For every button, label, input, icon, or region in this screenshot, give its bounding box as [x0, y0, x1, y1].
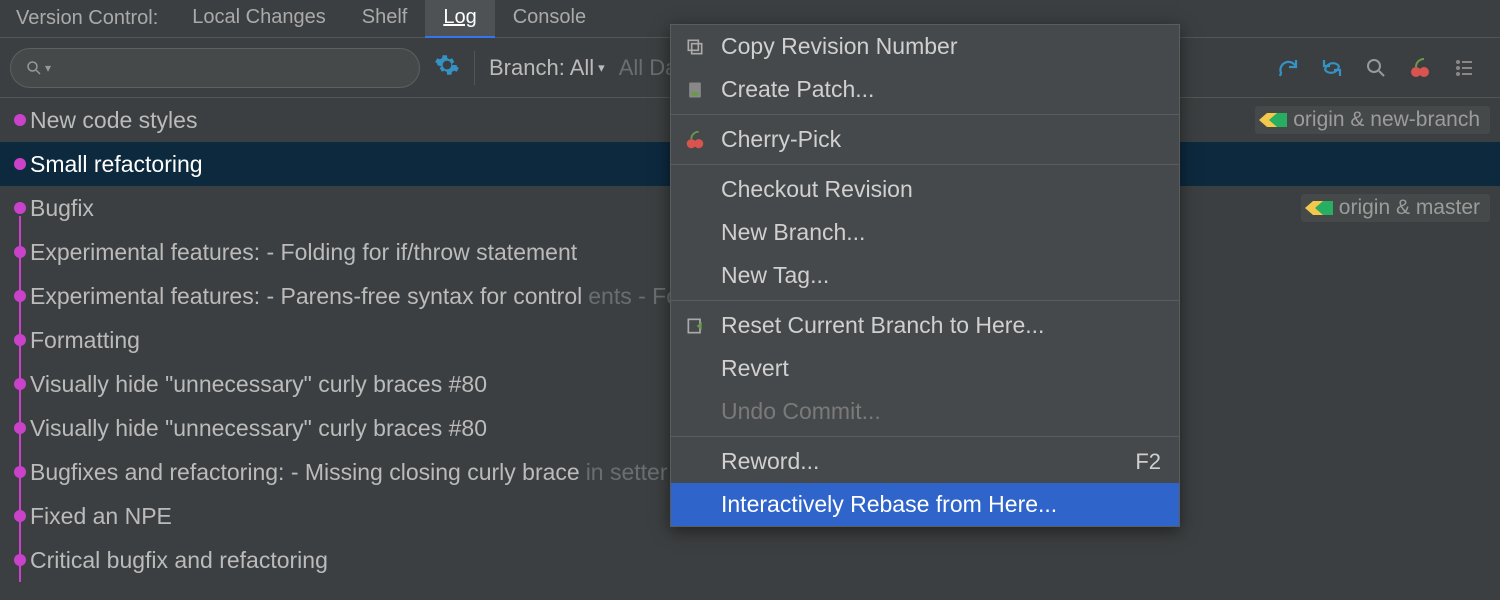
commit-message: Small refactoring [30, 151, 203, 178]
commit-message: New code styles [30, 107, 197, 134]
commit-message: Visually hide "unnecessary" curly braces… [30, 371, 487, 398]
branch-tag[interactable]: origin & new-branch [1255, 106, 1490, 134]
commit-node-icon [14, 422, 26, 434]
toolbar-right-icons [1276, 56, 1490, 80]
dropdown-caret-icon: ▾ [45, 61, 51, 75]
menu-separator [671, 164, 1179, 165]
commit-message: Critical bugfix and refactoring [30, 547, 328, 574]
goto-hash-icon[interactable] [1364, 56, 1388, 80]
commit-message: Experimental features: - Parens-free syn… [30, 283, 582, 310]
menu-item-revert[interactable]: Revert [671, 347, 1179, 390]
menu-item-reset-current-branch-to-here[interactable]: Reset Current Branch to Here... [671, 304, 1179, 347]
divider [474, 51, 475, 85]
branch-filter[interactable]: Branch: All ▾ [489, 55, 605, 81]
menu-item-undo-commit: Undo Commit... [671, 390, 1179, 433]
menu-item-new-tag[interactable]: New Tag... [671, 254, 1179, 297]
patch-icon [683, 78, 707, 102]
cherry-pick-icon[interactable] [1408, 56, 1432, 80]
intellisort-icon[interactable] [1452, 56, 1476, 80]
commit-node-icon [14, 334, 26, 346]
search-box[interactable]: ▾ [10, 48, 420, 88]
search-input[interactable] [57, 56, 405, 79]
tab-log[interactable]: Log [425, 0, 494, 38]
menu-separator [671, 436, 1179, 437]
tag-icon [1259, 111, 1287, 129]
menu-shortcut: F2 [1135, 449, 1161, 475]
commit-node-icon [14, 510, 26, 522]
menu-item-label: Reset Current Branch to Here... [721, 312, 1044, 339]
menu-item-cherry-pick[interactable]: Cherry-Pick [671, 118, 1179, 161]
menu-item-copy-revision-number[interactable]: Copy Revision Number [671, 25, 1179, 68]
menu-item-checkout-revision[interactable]: Checkout Revision [671, 168, 1179, 211]
commit-message: Experimental features: - Folding for if/… [30, 239, 577, 266]
menu-item-label: Reword... [721, 448, 819, 475]
menu-item-label: New Tag... [721, 262, 829, 289]
reset-icon [683, 314, 707, 338]
menu-item-interactively-rebase-from-here[interactable]: Interactively Rebase from Here... [671, 483, 1179, 526]
commit-node-icon [14, 378, 26, 390]
search-icon [25, 59, 43, 77]
commit-row[interactable]: Critical bugfix and refactoring [0, 538, 1500, 582]
commit-context-menu: Copy Revision Number Create Patch... Cherr… [670, 24, 1180, 527]
commit-message: Visually hide "unnecessary" curly braces… [30, 415, 487, 442]
branch-tag[interactable]: origin & master [1301, 194, 1490, 222]
commit-node-icon [14, 466, 26, 478]
commit-node-icon [14, 554, 26, 566]
menu-item-label: New Branch... [721, 219, 865, 246]
menu-separator [671, 114, 1179, 115]
branch-tag-label: origin & new-branch [1293, 108, 1480, 132]
branch-filter-label: Branch: All [489, 55, 594, 81]
commit-message: Bugfix [30, 195, 94, 222]
menu-item-label: Checkout Revision [721, 176, 913, 203]
menu-item-label: Revert [721, 355, 789, 382]
menu-item-reword[interactable]: Reword... F2 [671, 440, 1179, 483]
dropdown-caret-icon: ▾ [598, 60, 605, 76]
tab-shelf[interactable]: Shelf [344, 0, 426, 38]
menu-item-create-patch[interactable]: Create Patch... [671, 68, 1179, 111]
refresh-all-icon[interactable] [1320, 56, 1344, 80]
branch-tag-label: origin & master [1339, 196, 1480, 220]
vcs-title: Version Control: [0, 7, 174, 30]
menu-item-label: Interactively Rebase from Here... [721, 491, 1057, 518]
menu-item-label: Copy Revision Number [721, 33, 957, 60]
tag-icon [1305, 199, 1333, 217]
copy-icon [683, 35, 707, 59]
commit-message: Bugfixes and refactoring: - Missing clos… [30, 459, 580, 486]
commit-message: Fixed an NPE [30, 503, 172, 530]
branch-graph-line [19, 216, 21, 582]
gear-icon[interactable] [434, 52, 460, 84]
commit-node-icon [14, 290, 26, 302]
tab-console[interactable]: Console [495, 0, 604, 38]
menu-separator [671, 300, 1179, 301]
menu-item-label: Undo Commit... [721, 398, 881, 425]
refresh-icon[interactable] [1276, 56, 1300, 80]
commit-node-icon [14, 202, 26, 214]
menu-item-label: Cherry-Pick [721, 126, 841, 153]
commit-message: Formatting [30, 327, 140, 354]
commit-node-icon [14, 246, 26, 258]
tab-local-changes[interactable]: Local Changes [174, 0, 343, 38]
cherry-icon [683, 128, 707, 152]
menu-item-new-branch[interactable]: New Branch... [671, 211, 1179, 254]
commit-node-icon [14, 158, 26, 170]
menu-item-label: Create Patch... [721, 76, 874, 103]
commit-node-icon [14, 114, 26, 126]
